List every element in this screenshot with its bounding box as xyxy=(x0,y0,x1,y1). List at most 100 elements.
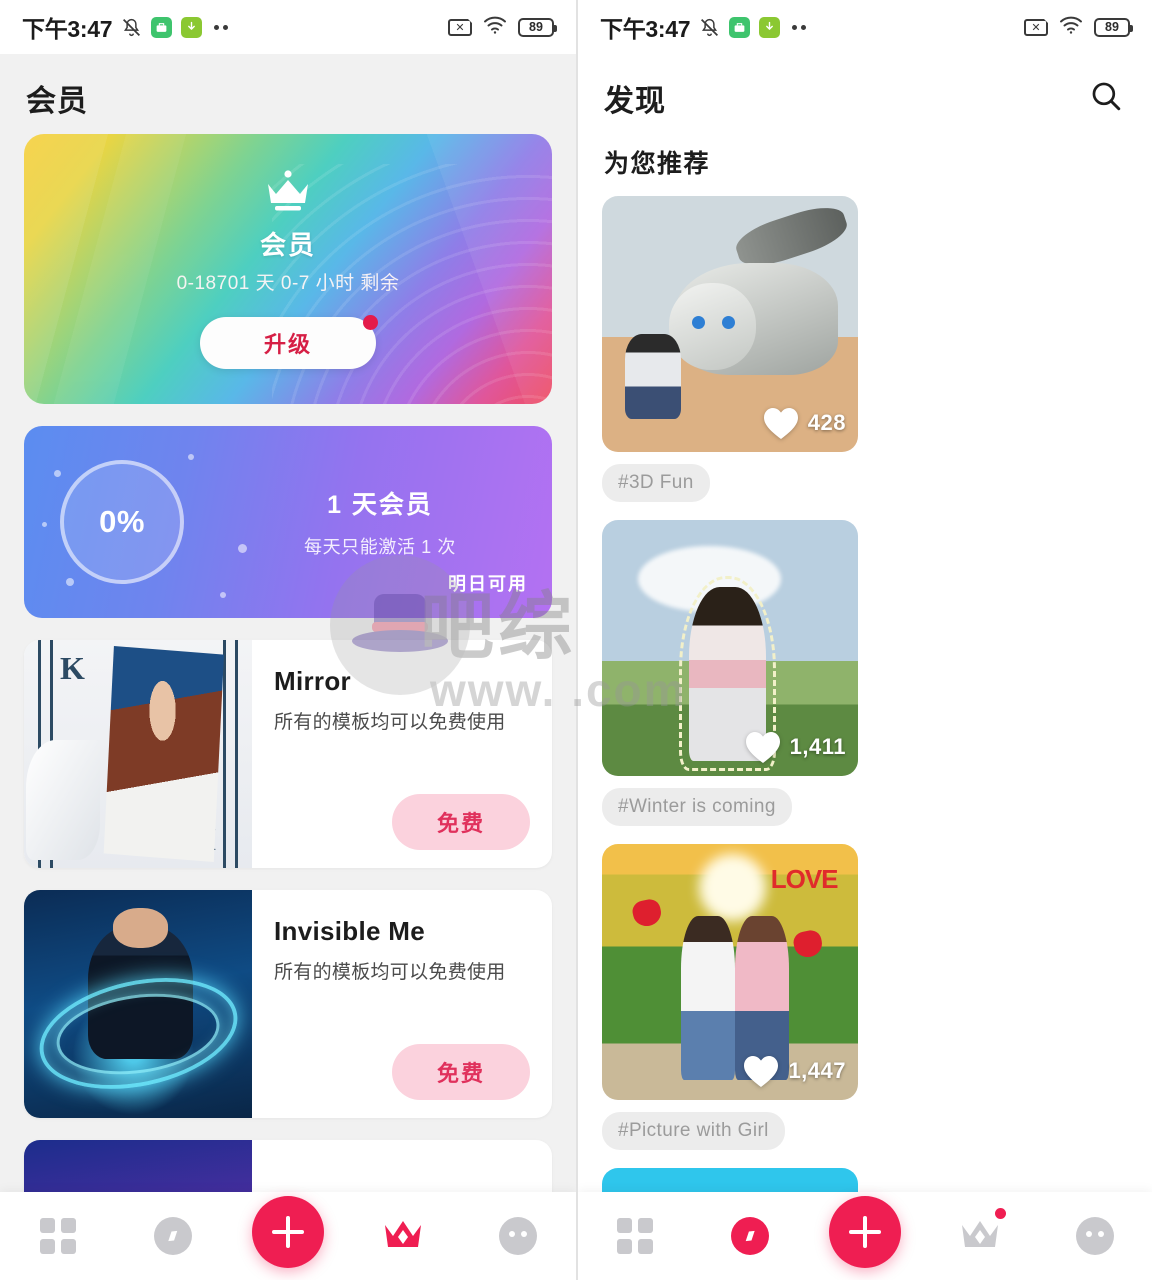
green-app-icon xyxy=(729,16,751,38)
compass-icon xyxy=(153,1217,192,1255)
nav-vip-button[interactable] xyxy=(944,1200,1016,1272)
free-button-label: 免费 xyxy=(436,1061,485,1086)
template-name: Invisible Me xyxy=(274,916,425,946)
discover-screen: 下午3:47 ✕ 89 发现 为您推荐 428 #3D Fun 1,411 #W… xyxy=(576,0,1152,1280)
crown-icon xyxy=(382,1217,424,1256)
sim-off-icon: ✕ xyxy=(448,18,473,36)
more-dots-icon xyxy=(214,24,229,30)
wifi-icon xyxy=(483,16,507,39)
free-button[interactable]: 免费 xyxy=(392,794,530,850)
like-group: 1,411 xyxy=(744,730,846,764)
upgrade-button[interactable]: 升级 xyxy=(200,314,378,369)
vip-membership-card[interactable]: 会员 0-18701 天 0-7 小时 剩余 升级 xyxy=(24,134,552,404)
tile-thumbnail[interactable]: LOVE 1,447 xyxy=(602,844,858,1100)
heart-icon xyxy=(742,1054,780,1088)
nav-discover-button[interactable] xyxy=(137,1200,209,1272)
status-time: 下午3:47 xyxy=(22,16,113,42)
nav-profile-button[interactable] xyxy=(482,1200,554,1272)
nav-create-button[interactable] xyxy=(828,1196,901,1272)
nav-create-button[interactable] xyxy=(251,1196,324,1272)
status-bar-right-group: ✕ 89 xyxy=(1024,16,1133,39)
grid-item[interactable]: LOVE 1,447 #Picture with Girl xyxy=(602,844,858,1150)
vip-scroll-area[interactable]: 会员 会员 0-18701 天 0-7 小时 剩余 升级 0% 1 天会员 每天… xyxy=(0,54,576,1280)
wifi-icon xyxy=(1059,16,1083,39)
crown-icon xyxy=(959,1217,1001,1256)
hashtag-pill[interactable]: #3D Fun xyxy=(602,464,710,502)
battery-icon: 89 xyxy=(518,17,557,37)
progress-percent: 0% xyxy=(99,504,145,539)
battery-level: 89 xyxy=(1105,20,1119,34)
nav-grid-button[interactable] xyxy=(22,1200,94,1272)
bell-mute-icon xyxy=(699,17,720,38)
plus-fab-icon xyxy=(251,1196,324,1268)
status-bar-left-group: 下午3:47 xyxy=(22,10,229,44)
nav-badge-dot xyxy=(994,1208,1006,1219)
discover-scroll-area[interactable]: 发现 为您推荐 428 #3D Fun 1,411 #Winter is com… xyxy=(578,54,1152,1280)
crown-icon xyxy=(263,169,313,217)
bottom-nav-right xyxy=(578,1192,1152,1280)
nav-profile-button[interactable] xyxy=(1059,1200,1131,1272)
upgrade-button-label: 升级 xyxy=(263,331,312,357)
nav-vip-button[interactable] xyxy=(367,1200,439,1272)
sim-off-icon: ✕ xyxy=(1024,18,1049,36)
status-bar-right-group: ✕ 89 xyxy=(448,16,557,39)
daily-card-texts: 1 天会员 每天只能激活 1 次 xyxy=(220,485,552,559)
like-group: 428 xyxy=(762,406,846,440)
nav-grid-button[interactable] xyxy=(599,1200,671,1272)
progress-ring: 0% xyxy=(60,460,184,584)
plus-fab-icon xyxy=(828,1196,901,1268)
template-card-invisible-me[interactable]: Invisible Me 所有的模板均可以免费使用 免费 xyxy=(24,890,552,1118)
recommended-grid: 428 #3D Fun 1,411 #Winter is coming LOVE… xyxy=(578,196,1152,1280)
like-count: 1,447 xyxy=(788,1058,846,1083)
grid-icon xyxy=(39,1218,76,1254)
tile-thumbnail[interactable]: 428 xyxy=(602,196,858,452)
tile-thumbnail[interactable]: 1,411 xyxy=(602,520,858,776)
profile-smiley-icon xyxy=(1075,1217,1114,1255)
battery-level: 89 xyxy=(529,20,543,34)
profile-smiley-icon xyxy=(499,1217,538,1255)
vip-card-title: 会员 xyxy=(259,229,316,260)
download-arrow-icon xyxy=(181,16,203,38)
hashtag-pill[interactable]: #Winter is coming xyxy=(602,788,792,826)
vip-screen: 下午3:47 ✕ 89 会员 会员 0-18701 天 0-7 小时 剩余 升级… xyxy=(0,0,576,1280)
like-count: 1,411 xyxy=(789,734,846,759)
template-info: Invisible Me 所有的模板均可以免费使用 免费 xyxy=(252,890,552,1118)
grid-item[interactable]: 428 #3D Fun xyxy=(602,196,858,502)
search-icon xyxy=(1089,79,1123,118)
like-count: 428 xyxy=(807,410,846,435)
status-badge: 明日可用 xyxy=(448,574,528,594)
template-thumbnail xyxy=(24,890,252,1118)
nav-discover-button[interactable] xyxy=(714,1200,786,1272)
template-description: 所有的模板均可以免费使用 xyxy=(274,962,506,983)
status-time: 下午3:47 xyxy=(600,16,691,42)
page-title: 会员 xyxy=(26,85,88,118)
compass-icon xyxy=(731,1217,770,1255)
grid-icon xyxy=(617,1218,654,1254)
dual-screen-container: 下午3:47 ✕ 89 会员 会员 0-18701 天 0-7 小时 剩余 升级… xyxy=(0,0,1152,1280)
grid-item[interactable]: 1,411 #Winter is coming xyxy=(602,520,858,826)
more-dots-icon xyxy=(792,24,807,30)
template-name: Mirror xyxy=(274,666,351,696)
daily-card-title: 1 天会员 xyxy=(327,491,433,519)
search-button[interactable] xyxy=(1086,78,1126,118)
free-button[interactable]: 免费 xyxy=(392,1044,530,1100)
free-button-label: 免费 xyxy=(436,811,485,836)
daily-card-subtitle: 每天只能激活 1 次 xyxy=(303,537,456,557)
heart-icon xyxy=(744,730,782,764)
green-app-icon xyxy=(151,16,173,38)
download-arrow-icon xyxy=(759,16,781,38)
template-card-mirror[interactable]: K K Mirror 所有的模板均可以免费使用 免费 xyxy=(24,640,552,868)
bottom-nav-left xyxy=(0,1192,576,1280)
battery-icon: 89 xyxy=(1094,17,1133,37)
hashtag-pill[interactable]: #Picture with Girl xyxy=(602,1112,785,1150)
daily-reward-card[interactable]: 0% 1 天会员 每天只能激活 1 次 明日可用 xyxy=(24,426,552,618)
template-description: 所有的模板均可以免费使用 xyxy=(274,712,506,733)
template-info: Mirror 所有的模板均可以免费使用 免费 xyxy=(252,640,552,868)
discover-page-header: 发现 xyxy=(578,54,1152,134)
status-bar-left-group: 下午3:47 xyxy=(600,10,807,44)
status-bar-left: 下午3:47 ✕ 89 xyxy=(0,0,576,54)
like-group: 1,447 xyxy=(742,1054,846,1088)
upgrade-badge-dot xyxy=(363,314,378,330)
bell-mute-icon xyxy=(121,17,142,38)
page-title: 发现 xyxy=(604,85,666,118)
